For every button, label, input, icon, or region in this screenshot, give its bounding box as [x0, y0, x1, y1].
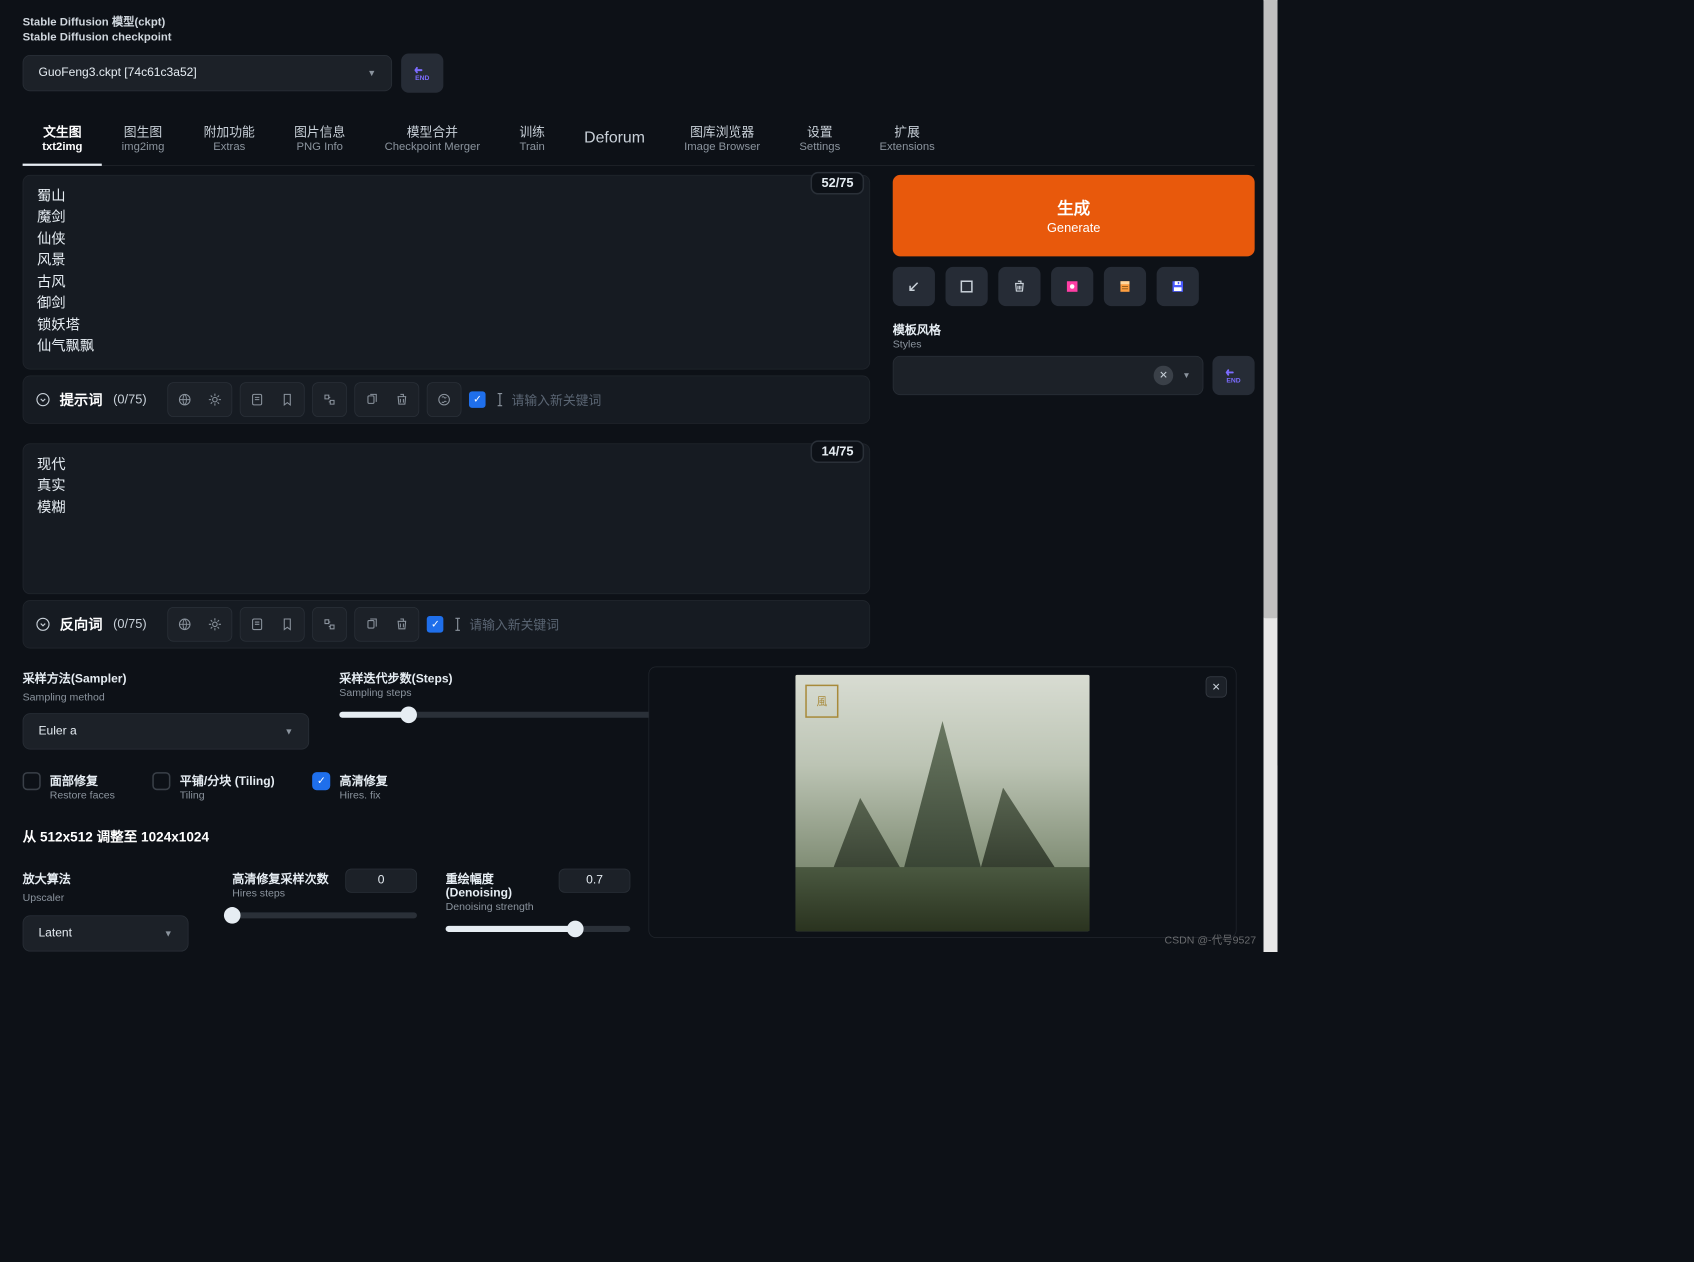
translate-icon[interactable]: [316, 386, 343, 413]
stop-icon[interactable]: [946, 267, 988, 306]
prompt-toolbar-title: 提示词: [60, 389, 103, 409]
prompt-toolbar-count: (0/75): [113, 392, 146, 407]
chevron-down-icon: ▼: [284, 726, 293, 737]
tab-deforum[interactable]: Deforum: [565, 113, 665, 164]
hires-steps-label-cn: 高清修复采样次数: [232, 868, 336, 886]
prompt-checkbox[interactable]: ✓: [469, 391, 486, 408]
tab-extensions[interactable]: 扩展Extensions: [860, 113, 955, 164]
gear-icon[interactable]: [202, 610, 229, 637]
sampler-value: Euler a: [38, 724, 76, 738]
trash-icon[interactable]: [389, 386, 416, 413]
trash-icon[interactable]: [389, 610, 416, 637]
refresh-checkpoint-button[interactable]: END: [401, 53, 443, 92]
tab-image-browser[interactable]: 图库浏览器Image Browser: [664, 113, 779, 164]
generate-button[interactable]: 生成 Generate: [893, 175, 1255, 256]
neg-prompt-token-counter: 14/75: [811, 440, 864, 463]
sampler-label-cn: 采样方法(Sampler): [23, 668, 310, 686]
checkpoint-value: GuoFeng3.ckpt [74c61c3a52]: [38, 66, 196, 80]
ai-icon[interactable]: [431, 386, 458, 413]
tab-train[interactable]: 训练Train: [500, 113, 565, 164]
watermark: CSDN @-代号9527: [1164, 932, 1256, 947]
denoise-label-en: Denoising strength: [446, 900, 550, 912]
collapse-icon[interactable]: [34, 615, 52, 633]
scrollbar[interactable]: [1264, 0, 1278, 952]
upscaler-select[interactable]: Latent ▼: [23, 915, 189, 951]
upscaler-label-cn: 放大算法: [23, 868, 204, 886]
tab-txt2img[interactable]: 文生图txt2img: [23, 113, 102, 165]
prompt-textarea[interactable]: 蜀山 魔剑 仙侠 风景 古风 御剑 锁妖塔 仙气飘飘: [23, 175, 870, 370]
tab-png-info[interactable]: 图片信息PNG Info: [274, 113, 364, 164]
checkpoint-label-cn: Stable Diffusion 模型(ckpt): [23, 15, 1255, 30]
prompt-keyword-placeholder: 请输入新关键词: [512, 390, 602, 409]
globe-icon[interactable]: [171, 610, 198, 637]
output-image[interactable]: 風: [795, 675, 1089, 931]
hires-steps-label-en: Hires steps: [232, 886, 336, 898]
clipboard-icon[interactable]: [1104, 267, 1146, 306]
bookmark-icon[interactable]: [274, 386, 301, 413]
styles-select[interactable]: ✕ ▼: [893, 356, 1204, 395]
text-cursor-icon: [493, 391, 507, 408]
output-panel: 風 ✕: [648, 667, 1236, 938]
neg-prompt-textarea[interactable]: 现代 真实 模糊: [23, 443, 870, 594]
neg-toolbar-title: 反向词: [60, 614, 103, 634]
denoise-slider[interactable]: [446, 926, 631, 932]
chevron-down-icon: ▼: [367, 67, 376, 78]
globe-icon[interactable]: [171, 386, 198, 413]
steps-label-cn: 采样迭代步数(Steps): [339, 668, 452, 686]
neg-prompt-checkbox[interactable]: ✓: [427, 616, 444, 633]
hires-fix-checkbox[interactable]: ✓ 高清修复Hires. fix: [312, 770, 387, 800]
chevron-down-icon: ▼: [1182, 371, 1190, 380]
generate-label-cn: 生成: [1057, 195, 1090, 219]
tab-img2img[interactable]: 图生图img2img: [102, 113, 184, 164]
checkpoint-label-en: Stable Diffusion checkpoint: [23, 30, 1255, 45]
clear-styles-icon[interactable]: ✕: [1154, 365, 1174, 385]
restore-faces-checkbox[interactable]: 面部修复Restore faces: [23, 770, 115, 800]
denoise-value[interactable]: 0.7: [559, 868, 631, 892]
styles-label-cn: 模板风格: [893, 319, 1255, 337]
tab-settings[interactable]: 设置Settings: [780, 113, 860, 164]
save-icon[interactable]: [1157, 267, 1199, 306]
sampler-label-en: Sampling method: [23, 690, 310, 702]
upscaler-label-en: Upscaler: [23, 891, 204, 903]
neg-keyword-placeholder: 请输入新关键词: [469, 615, 559, 634]
svg-text:風: 風: [817, 696, 828, 708]
prompt-toolbar: 提示词 (0/75): [23, 375, 870, 423]
prompt-token-counter: 52/75: [811, 172, 864, 195]
tiling-checkbox[interactable]: 平铺/分块 (Tiling)Tiling: [153, 770, 275, 800]
chevron-down-icon: ▼: [164, 928, 173, 939]
text-cursor-icon: [451, 616, 465, 633]
history-icon[interactable]: [244, 386, 271, 413]
neg-toolbar-count: (0/75): [113, 616, 146, 631]
refresh-styles-button[interactable]: END: [1212, 356, 1254, 395]
hires-steps-value[interactable]: 0: [345, 868, 417, 892]
collapse-icon[interactable]: [34, 390, 52, 408]
arrow-down-left-icon[interactable]: [893, 267, 935, 306]
hires-steps-slider[interactable]: [232, 912, 417, 918]
neg-prompt-toolbar: 反向词 (0/75) ✓: [23, 600, 870, 648]
generate-label-en: Generate: [1047, 221, 1100, 236]
tab-extras[interactable]: 附加功能Extras: [184, 113, 274, 164]
image-stamp-icon: 風: [803, 682, 841, 720]
copy-icon[interactable]: [358, 610, 385, 637]
copy-icon[interactable]: [358, 386, 385, 413]
image-icon[interactable]: [1051, 267, 1093, 306]
checkpoint-select[interactable]: GuoFeng3.ckpt [74c61c3a52] ▼: [23, 55, 392, 91]
main-tabs: 文生图txt2img图生图img2img附加功能Extras图片信息PNG In…: [23, 113, 1255, 165]
steps-label-en: Sampling steps: [339, 686, 452, 698]
prompt-keyword-input[interactable]: 请输入新关键词: [493, 390, 858, 409]
neg-keyword-input[interactable]: 请输入新关键词: [451, 615, 859, 634]
close-output-button[interactable]: ✕: [1206, 676, 1227, 697]
styles-label-en: Styles: [893, 337, 1255, 349]
bookmark-icon[interactable]: [274, 610, 301, 637]
upscaler-value: Latent: [38, 926, 72, 940]
gear-icon[interactable]: [202, 386, 229, 413]
history-icon[interactable]: [244, 610, 271, 637]
sampler-select[interactable]: Euler a ▼: [23, 713, 310, 749]
tab-checkpoint-merger[interactable]: 模型合并Checkpoint Merger: [365, 113, 500, 164]
denoise-label-cn: 重绘幅度(Denoising): [446, 868, 550, 900]
trash-icon[interactable]: [998, 267, 1040, 306]
translate-icon[interactable]: [316, 610, 343, 637]
